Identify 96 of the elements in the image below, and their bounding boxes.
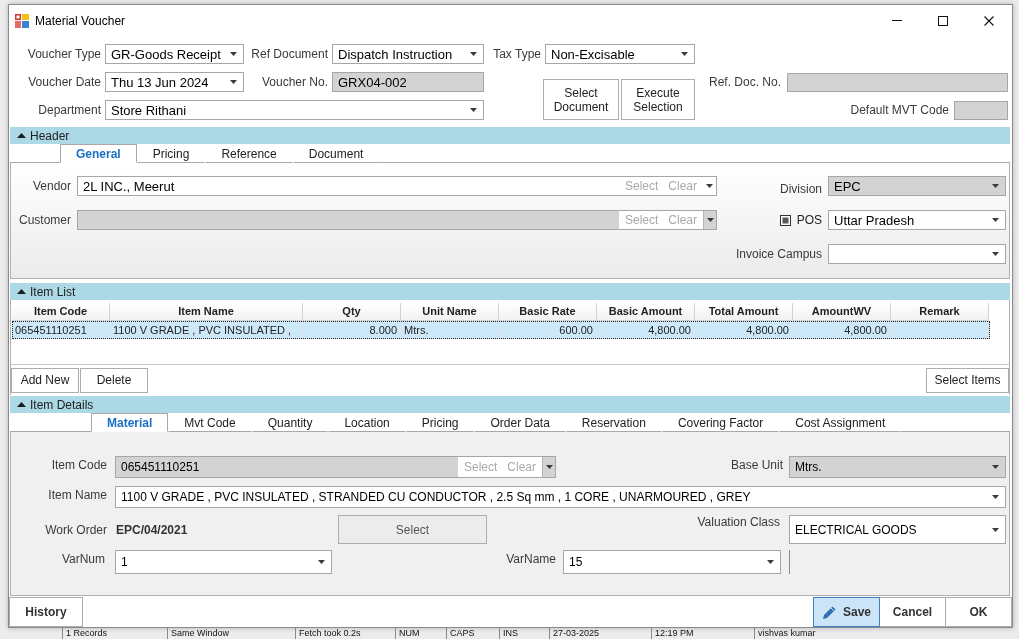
select-button[interactable]: Select xyxy=(338,515,487,544)
field-label: Work Order xyxy=(44,522,107,537)
field-label: Default MVT Code xyxy=(850,103,949,117)
caret-icon xyxy=(992,465,999,469)
field-label: Base Unit xyxy=(730,457,783,472)
status-text: NUM xyxy=(395,628,446,639)
field-label: Voucher Date xyxy=(27,75,101,89)
table-cell: 4,800.00 xyxy=(597,321,695,339)
status-text: 12:19 PM xyxy=(651,628,754,639)
caret-icon xyxy=(706,218,714,222)
checkbox-label: POS xyxy=(796,213,822,227)
caret-icon xyxy=(706,184,713,188)
caret-icon xyxy=(767,560,774,564)
table-row[interactable]: 065451110251 1100 V GRADE , PVC INSULATED , 8.000 Mtrs. 600.00 4,800.00 4,800.00 4,800.00 xyxy=(12,321,990,339)
table-cell: Mtrs. xyxy=(401,321,499,339)
tab[interactable]: General xyxy=(60,144,137,163)
caret-icon xyxy=(545,465,553,469)
add-new-button[interactable]: Add New xyxy=(11,367,79,393)
caret-icon xyxy=(470,108,477,112)
item-name-combo[interactable]: 1100 V GRADE , PVC INSULATED , STRANDED CU CONDUCTOR , 2.5 Sq mm , 1 CORE , UNARMOURED , GREY xyxy=(115,486,1006,508)
column-header: Qty xyxy=(303,303,401,321)
table-cell: 1100 V GRADE , PVC INSULATED , xyxy=(110,321,303,339)
field-label: Tax Type xyxy=(492,47,541,61)
caret-icon xyxy=(992,495,999,499)
field-label: Division xyxy=(779,182,822,196)
section-header[interactable]: Item Details xyxy=(10,396,1010,413)
section-header[interactable]: Item List xyxy=(10,283,1010,300)
field-label: Invoice Campus xyxy=(734,247,822,261)
date-picker[interactable]: Thu 13 Jun 2024 xyxy=(105,72,244,92)
column-header: Unit Name xyxy=(401,303,499,321)
column-header: Remark xyxy=(891,303,989,321)
status-text: 1 Records xyxy=(62,628,167,639)
table-cell: 8.000 xyxy=(303,321,401,339)
select-items-button[interactable]: Select Items xyxy=(926,367,1009,393)
delete-button[interactable]: Delete xyxy=(80,367,148,393)
field-label: Customer xyxy=(18,213,71,227)
tab[interactable]: Material xyxy=(91,413,169,432)
valuation-class-combo[interactable]: ELECTRICAL GOODS xyxy=(789,515,1006,544)
caret-icon xyxy=(470,52,477,56)
section-header[interactable]: Header xyxy=(10,127,1010,144)
department-combo[interactable]: Store Rithani xyxy=(105,100,484,120)
field-label: VarName xyxy=(505,551,556,566)
var-name-combo[interactable]: 15 xyxy=(563,550,781,574)
field-label: Item Name xyxy=(47,487,107,502)
field-label: Ref Document xyxy=(250,47,328,61)
checkbox[interactable] xyxy=(779,214,791,226)
save-button[interactable]: Save xyxy=(813,597,880,627)
status-text: vishvas kumar xyxy=(754,628,816,639)
field-value: EPC/04/2021 xyxy=(116,522,189,537)
field-label: VarNum xyxy=(60,551,105,566)
history-button[interactable]: History xyxy=(9,597,83,627)
field-label: Voucher Type xyxy=(26,47,101,61)
field-label: Department xyxy=(37,103,101,117)
caret-icon xyxy=(230,52,237,56)
select-document-button[interactable]: Select Document xyxy=(543,79,619,120)
column-header: Basic Amount xyxy=(597,303,695,321)
column-header: Basic Rate xyxy=(499,303,597,321)
caret-icon xyxy=(681,52,688,56)
caret-icon xyxy=(992,218,999,222)
tiles-icon xyxy=(15,13,29,28)
status-text: INS xyxy=(499,628,549,639)
status-text: Same Window xyxy=(167,628,295,639)
table-cell: 4,800.00 xyxy=(695,321,793,339)
field-label: Ref. Doc. No. xyxy=(709,75,782,89)
var-num-combo[interactable]: 1 xyxy=(115,550,332,574)
window-title: Material Voucher xyxy=(35,13,126,28)
caret-icon xyxy=(992,527,999,532)
table-cell: 4,800.00 xyxy=(793,321,891,339)
column-header: Item Code xyxy=(12,303,110,321)
field-label: Item Code xyxy=(50,457,107,472)
field-label: Voucher No. xyxy=(260,75,328,89)
table-cell: 065451110251 xyxy=(12,321,110,339)
ref-document-combo[interactable]: Dispatch Instruction xyxy=(332,44,484,64)
execute-selection-button[interactable]: Execute Selection xyxy=(621,79,695,120)
status-text: CAPS xyxy=(446,628,499,639)
status-text: 27-03-2025 xyxy=(549,628,651,639)
cancel-button[interactable]: Cancel xyxy=(879,597,946,627)
ok-button[interactable]: OK xyxy=(945,597,1012,627)
tax-type-combo[interactable]: Non-Excisable xyxy=(545,44,695,64)
voucher-type-combo[interactable]: GR-Goods Receipt xyxy=(105,44,244,64)
column-header: Total Amount xyxy=(695,303,793,321)
column-header: AmountWV xyxy=(793,303,891,321)
caret-icon xyxy=(992,184,999,188)
field-label: Vendor xyxy=(31,179,71,193)
caret-icon xyxy=(992,252,999,256)
state-combo[interactable]: Uttar Pradesh xyxy=(828,210,1006,230)
vendor-field[interactable]: 2L INC., Meerut Select Clear xyxy=(77,176,717,196)
table-cell: 600.00 xyxy=(499,321,597,339)
maximize-icon[interactable] xyxy=(938,15,948,26)
caret-icon xyxy=(318,560,325,564)
pencil-icon xyxy=(822,604,837,620)
column-header: Item Name xyxy=(110,303,303,321)
caret-icon xyxy=(230,80,237,84)
close-icon[interactable] xyxy=(984,15,994,26)
status-text: Fetch took 0.2s xyxy=(295,628,395,639)
field-label: Valuation Class xyxy=(697,515,780,529)
